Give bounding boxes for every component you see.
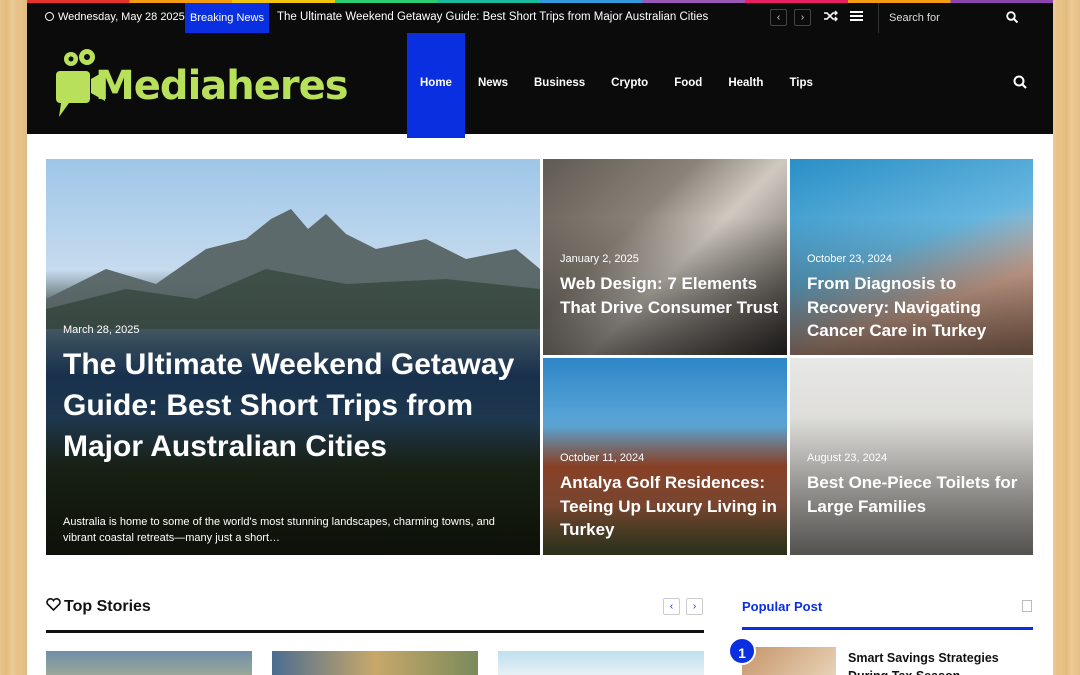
hero-tile-post[interactable]: January 2, 2025 Web Design: 7 Elements T… — [543, 159, 787, 355]
stories-prev-button[interactable]: ‹ — [663, 598, 680, 615]
heart-icon — [46, 598, 62, 616]
popular-divider — [742, 627, 1033, 630]
post-title[interactable]: Antalya Golf Residences: Teeing Up Luxur… — [560, 471, 782, 542]
site-logo[interactable]: Mediaheres — [51, 43, 351, 123]
main-nav: Home News Business Crypto Food Health Ti… — [407, 33, 826, 138]
story-thumbnail[interactable] — [498, 651, 704, 675]
hero-tile-post[interactable]: October 23, 2024 From Diagnosis to Recov… — [790, 159, 1033, 355]
logo-text: Mediaheres — [95, 63, 349, 109]
menu-icon[interactable] — [850, 10, 863, 25]
hero-tile-post[interactable]: October 11, 2024 Antalya Golf Residences… — [543, 358, 787, 555]
nav-item-home[interactable]: Home — [407, 33, 465, 138]
post-date: August 23, 2024 — [807, 452, 888, 464]
post-title[interactable]: Best One-Piece Toilets for Large Familie… — [807, 471, 1029, 518]
story-thumbnail[interactable] — [272, 651, 478, 675]
top-stories-heading: Top Stories — [46, 598, 151, 616]
ticker-next-button[interactable]: › — [794, 9, 811, 26]
popular-post-heading[interactable]: Popular Post — [742, 599, 822, 614]
nav-item-tips[interactable]: Tips — [776, 33, 825, 138]
header-search-icon[interactable] — [1013, 75, 1027, 89]
search-icon[interactable] — [1006, 11, 1018, 23]
rank-badge: 1 — [728, 637, 756, 665]
date-text: Wednesday, May 28 2025 — [58, 11, 185, 23]
shuffle-icon[interactable] — [824, 10, 838, 25]
hero-main-post[interactable]: March 28, 2025 The Ultimate Weekend Geta… — [46, 159, 540, 555]
post-excerpt: Australia is home to some of the world's… — [63, 516, 495, 544]
post-title[interactable]: From Diagnosis to Recovery: Navigating C… — [807, 272, 1029, 343]
top-search-input[interactable]: Search for — [878, 3, 1028, 33]
ticker-prev-button[interactable]: ‹ — [770, 9, 787, 26]
nav-item-food[interactable]: Food — [661, 33, 715, 138]
post-date: October 11, 2024 — [560, 452, 645, 464]
current-date: Wednesday, May 28 2025 — [45, 11, 185, 23]
site-header: Mediaheres Home News Business Crypto Foo… — [27, 33, 1053, 138]
post-date: March 28, 2025 — [63, 324, 140, 336]
post-date: October 23, 2024 — [807, 253, 893, 265]
nav-item-crypto[interactable]: Crypto — [598, 33, 661, 138]
nav-item-health[interactable]: Health — [715, 33, 776, 138]
clock-icon — [45, 12, 54, 21]
post-date: January 2, 2025 — [560, 253, 639, 265]
nav-item-business[interactable]: Business — [521, 33, 598, 138]
breaking-news-label: Breaking News — [185, 3, 269, 33]
popular-thumbnail[interactable] — [742, 647, 836, 675]
top-bar: Wednesday, May 28 2025 Breaking News The… — [27, 3, 1053, 33]
rainbow-strip — [27, 0, 1053, 3]
section-title: Top Stories — [64, 598, 151, 615]
stories-next-button[interactable]: › — [686, 598, 703, 615]
search-placeholder: Search for — [889, 12, 940, 24]
hero-tile-post[interactable]: August 23, 2024 Best One-Piece Toilets f… — [790, 358, 1033, 555]
nav-item-news[interactable]: News — [465, 33, 521, 138]
post-title[interactable]: Web Design: 7 Elements That Drive Consum… — [560, 272, 782, 319]
breaking-news-ticker[interactable]: The Ultimate Weekend Getaway Guide: Best… — [277, 11, 708, 23]
document-icon — [1022, 600, 1032, 612]
post-title[interactable]: The Ultimate Weekend Getaway Guide: Best… — [63, 344, 533, 467]
story-thumbnail[interactable] — [46, 651, 252, 675]
popular-post-title[interactable]: Smart Savings Strategies During Tax Seas… — [848, 649, 1028, 675]
section-divider — [46, 630, 704, 633]
